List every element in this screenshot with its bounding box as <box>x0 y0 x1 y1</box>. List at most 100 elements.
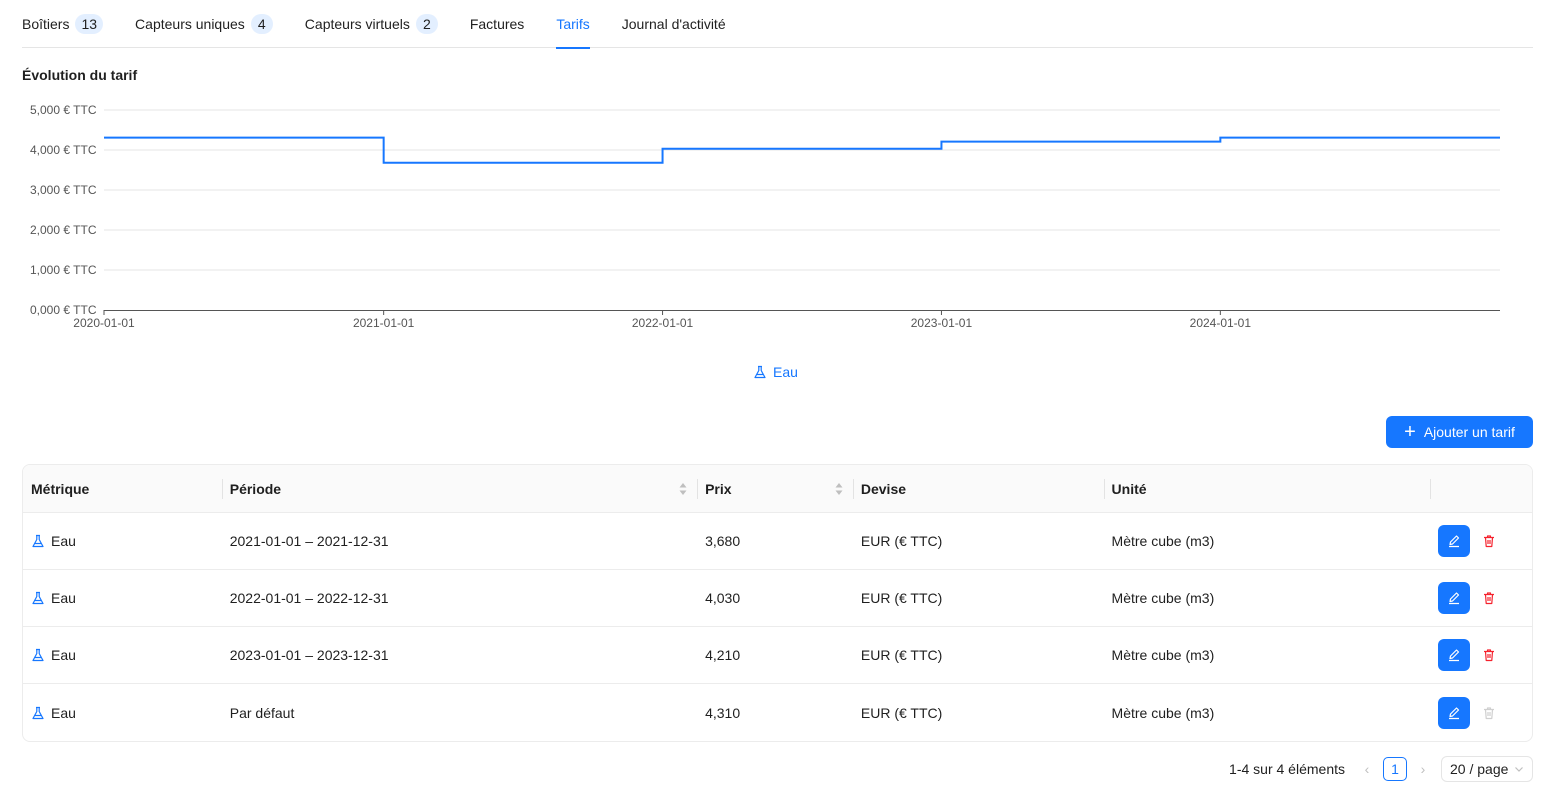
cell-price: 4,210 <box>705 647 741 663</box>
metric-label: Eau <box>51 704 76 721</box>
cell-price: 3,680 <box>705 533 741 549</box>
flask-icon <box>31 648 45 662</box>
edit-icon <box>1447 534 1461 548</box>
edit-icon <box>1447 591 1461 605</box>
tariff-table: Métrique Période Prix Devise Unité Eau 20… <box>22 464 1533 742</box>
cell-unit: Mètre cube (m3) <box>1111 590 1215 606</box>
cell-actions <box>1430 627 1532 683</box>
count-badge: 2 <box>415 13 438 34</box>
tab-label: Capteurs virtuels <box>304 15 410 32</box>
edit-button[interactable] <box>1438 582 1471 614</box>
header-actions <box>1430 465 1532 512</box>
delete-button[interactable] <box>1482 648 1496 662</box>
cell-metric: Eau <box>23 570 222 626</box>
cell-unit: Mètre cube (m3) <box>1111 647 1215 663</box>
tab-label: Capteurs uniques <box>135 15 245 32</box>
flask-icon <box>754 365 766 379</box>
table-row: Eau 2022-01-01 – 2022-12-31 4,030 EUR (€ TT… <box>23 570 1532 627</box>
flask-icon <box>31 591 45 605</box>
header-label: Période <box>229 480 282 497</box>
table-header: Métrique Période Prix Devise Unité <box>23 465 1532 513</box>
cell-period: 2023-01-01 – 2023-12-31 <box>229 647 389 663</box>
cell-period: Par défaut <box>229 704 295 721</box>
add-tariff-label: Ajouter un tarif <box>1423 424 1515 440</box>
page-size-value: 20 / page <box>1450 761 1509 777</box>
tab-label: Boîtiers <box>22 15 70 32</box>
legend-label: Eau <box>773 364 798 380</box>
cell-period: 2022-01-01 – 2022-12-31 <box>229 590 389 606</box>
y-tick-label: 5,000 € TTC <box>30 103 97 117</box>
header-periode[interactable]: Période <box>221 465 697 512</box>
edit-button[interactable] <box>1438 525 1471 557</box>
chart-title: Évolution du tarif <box>22 67 138 83</box>
tab-boitiers[interactable]: Boîtiers 13 <box>22 0 104 48</box>
header-metrique: Métrique <box>23 465 222 512</box>
table-row: Eau 2023-01-01 – 2023-12-31 4,210 EUR (€ TT… <box>23 627 1532 684</box>
y-tick-label: 3,000 € TTC <box>30 183 97 197</box>
header-label: Unité <box>1111 480 1147 497</box>
y-tick-label: 1,000 € TTC <box>30 263 97 277</box>
tab-label: Factures <box>469 15 525 32</box>
metric-label: Eau <box>51 533 76 549</box>
trash-icon <box>1482 648 1496 662</box>
tab-tarifs[interactable]: Tarifs <box>556 0 591 49</box>
trash-icon <box>1482 706 1496 720</box>
header-unite: Unité <box>1103 465 1431 512</box>
x-tick-label: 2021-01-01 <box>353 316 415 330</box>
edit-button[interactable] <box>1438 696 1471 729</box>
table-row: Eau 2021-01-01 – 2021-12-31 3,680 EUR (€ TT… <box>23 513 1532 570</box>
cell-currency: EUR (€ TTC) <box>860 590 943 606</box>
tab-bar: Boîtiers 13 Capteurs uniques 4 Capteurs vi… <box>22 0 1533 49</box>
sort-icon[interactable] <box>679 481 687 497</box>
x-tick-label: 2020-01-01 <box>73 316 135 330</box>
edit-icon <box>1447 648 1461 662</box>
tab-capteurs-virtuels[interactable]: Capteurs virtuels 2 <box>305 0 438 48</box>
add-tariff-button[interactable]: + Ajouter un tarif <box>1386 416 1533 448</box>
delete-button <box>1482 706 1496 720</box>
metric-label: Eau <box>51 590 76 606</box>
flask-icon <box>31 534 45 548</box>
count-badge: 4 <box>250 13 273 34</box>
cell-actions <box>1430 684 1532 741</box>
metric-label: Eau <box>51 647 76 663</box>
cell-price: 4,310 <box>705 704 741 721</box>
count-badge: 13 <box>75 13 104 34</box>
tab-label: Journal d'activité <box>621 15 726 32</box>
page-number[interactable]: 1 <box>1383 757 1407 781</box>
trash-icon <box>1482 534 1496 548</box>
cell-currency: EUR (€ TTC) <box>860 647 943 663</box>
cell-price: 4,030 <box>705 590 741 606</box>
tab-journal-activite[interactable]: Journal d'activité <box>622 0 726 48</box>
y-tick-label: 4,000 € TTC <box>30 143 97 157</box>
flask-icon <box>31 706 45 720</box>
header-label: Métrique <box>31 480 90 497</box>
cell-metric: Eau <box>23 627 222 683</box>
chevron-right-icon[interactable]: › <box>1413 761 1433 777</box>
cell-metric: Eau <box>23 513 222 569</box>
y-tick-label: 2,000 € TTC <box>30 223 97 237</box>
header-prix[interactable]: Prix <box>697 465 853 512</box>
cell-period: 2021-01-01 – 2021-12-31 <box>229 533 389 549</box>
chart-legend-item[interactable]: Eau <box>0 364 1551 380</box>
x-tick-label: 2024-01-01 <box>1190 316 1252 330</box>
delete-button[interactable] <box>1482 591 1496 605</box>
cell-currency: EUR (€ TTC) <box>860 704 943 721</box>
header-label: Prix <box>705 480 732 497</box>
header-devise: Devise <box>852 465 1104 512</box>
page-size-select[interactable]: 20 / page <box>1441 756 1533 782</box>
cell-currency: EUR (€ TTC) <box>860 533 943 549</box>
y-tick-label: 0,000 € TTC <box>30 303 97 317</box>
pagination-total: 1-4 sur 4 éléments <box>1229 761 1345 777</box>
sort-icon[interactable] <box>835 481 843 497</box>
edit-button[interactable] <box>1438 639 1471 671</box>
tab-capteurs-uniques[interactable]: Capteurs uniques 4 <box>135 0 273 48</box>
cell-unit: Mètre cube (m3) <box>1111 704 1215 721</box>
cell-metric: Eau <box>23 684 222 741</box>
plus-icon: + <box>1404 421 1416 443</box>
chevron-down-icon <box>1515 767 1523 772</box>
delete-button[interactable] <box>1482 534 1496 548</box>
chevron-left-icon[interactable]: ‹ <box>1357 761 1377 777</box>
header-label: Devise <box>860 480 907 497</box>
tariff-chart: 0,000 € TTC 1,000 € TTC 2,000 € TTC 3,000 €… <box>30 103 1500 330</box>
tab-factures[interactable]: Factures <box>470 0 524 48</box>
